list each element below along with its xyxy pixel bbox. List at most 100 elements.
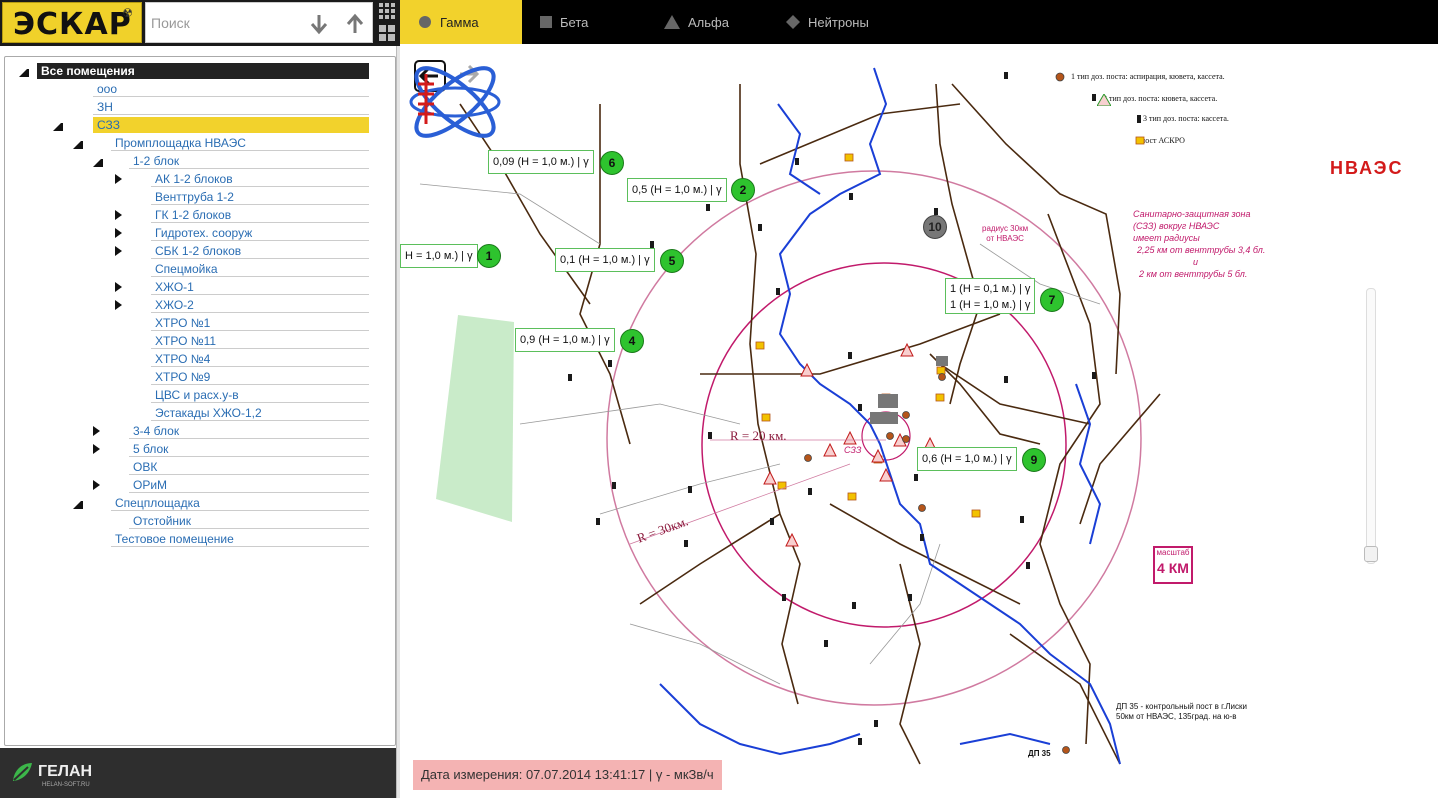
tree-node[interactable]: ЗН <box>5 99 385 115</box>
tree-node[interactable]: СЗЗ <box>5 117 385 133</box>
tree-node-label[interactable]: ОРиМ <box>129 477 369 493</box>
collapsed-triangle-icon[interactable] <box>93 480 103 490</box>
point-4-badge[interactable]: 4 <box>620 329 644 353</box>
tree-node[interactable]: 3-4 блок <box>5 423 385 439</box>
expanded-triangle-icon[interactable] <box>53 121 63 131</box>
zoom-slider-thumb[interactable] <box>1364 546 1378 562</box>
tree-node-label[interactable]: СБК 1-2 блоков <box>151 243 369 259</box>
point-7-badge[interactable]: 7 <box>1040 288 1064 312</box>
tree-node-label[interactable]: 5 блок <box>129 441 369 457</box>
measurement-label-7[interactable]: 1 (Н = 0,1 м.) | γ 1 (Н = 1,0 м.) | γ <box>945 278 1036 314</box>
tree-node-label[interactable]: ХТРО №9 <box>151 369 369 385</box>
tree-node[interactable]: ХТРО №9 <box>5 369 385 385</box>
green-field <box>436 315 514 522</box>
measurement-label-2[interactable]: 0,5 (Н = 1,0 м.) | γ <box>627 178 727 202</box>
tree-node[interactable]: СБК 1-2 блоков <box>5 243 385 259</box>
tree-node[interactable]: ХТРО №1 <box>5 315 385 331</box>
point-5-badge[interactable]: 5 <box>660 249 684 273</box>
tree-node[interactable]: Спецплощадка <box>5 495 385 511</box>
tree-node-label[interactable]: ХТРО №4 <box>151 351 369 367</box>
tree-node[interactable]: Эстакады ХЖО-1,2 <box>5 405 385 421</box>
tree-node[interactable]: АК 1-2 блоков <box>5 171 385 187</box>
tree-node-label[interactable]: ХТРО №11 <box>151 333 369 349</box>
tree-node[interactable]: Тестовое помещение <box>5 531 385 547</box>
point-9-badge[interactable]: 9 <box>1022 448 1046 472</box>
collapsed-triangle-icon[interactable] <box>115 246 125 256</box>
tree-node-label[interactable]: СЗЗ <box>93 117 369 133</box>
tab-beta[interactable]: Бета <box>540 0 650 44</box>
left-topbar: ЭСКАР ☢ <box>0 0 400 46</box>
tree-node[interactable]: ооо <box>5 81 385 97</box>
collapsed-triangle-icon[interactable] <box>115 210 125 220</box>
tree-node[interactable]: 1-2 блок <box>5 153 385 169</box>
map-area[interactable]: 0,09 (Н = 1,0 м.) | γ 6 0,5 (Н = 1,0 м.)… <box>400 44 1438 798</box>
collapsed-triangle-icon[interactable] <box>93 444 103 454</box>
tree-node-label[interactable]: ГК 1-2 блоков <box>151 207 369 223</box>
measurement-label-5[interactable]: 0,1 (Н = 1,0 м.) | γ <box>555 248 655 272</box>
tree-node-label[interactable]: Отстойник <box>129 513 369 529</box>
collapsed-triangle-icon[interactable] <box>93 426 103 436</box>
tree-node-label[interactable]: Спецплощадка <box>111 495 369 511</box>
tree-node-label[interactable]: ОВК <box>129 459 369 475</box>
tab-gamma[interactable]: Гамма <box>400 0 522 44</box>
measurement-label-1[interactable]: Н = 1,0 м.) | γ <box>400 244 478 268</box>
tree-node[interactable]: ХЖО-2 <box>5 297 385 313</box>
tree-node[interactable]: ХЖО-1 <box>5 279 385 295</box>
tree-node-label[interactable]: АК 1-2 блоков <box>151 171 369 187</box>
measurement-label-4[interactable]: 0,9 (Н = 1,0 м.) | γ <box>515 328 615 352</box>
collapsed-triangle-icon[interactable] <box>115 300 125 310</box>
tree-node-label[interactable]: ооо <box>93 81 369 97</box>
expanded-triangle-icon[interactable] <box>93 157 103 167</box>
tree-node[interactable]: ХТРО №11 <box>5 333 385 349</box>
tree-node[interactable]: Спецмойка <box>5 261 385 277</box>
tab-beta-label: Бета <box>560 14 589 30</box>
gelan-logo: ГЕЛАН <box>10 760 92 784</box>
collapsed-triangle-icon[interactable] <box>115 174 125 184</box>
tile-view-icon[interactable] <box>376 22 398 44</box>
tree-node[interactable]: 5 блок <box>5 441 385 457</box>
tree-node-label[interactable]: Тестовое помещение <box>111 531 369 547</box>
tree-node-label[interactable]: Спецмойка <box>151 261 369 277</box>
tree-node-label[interactable]: ХЖО-2 <box>151 297 369 313</box>
tree-node-label[interactable]: 1-2 блок <box>129 153 369 169</box>
tree-node-label[interactable]: ХТРО №1 <box>151 315 369 331</box>
tree-node[interactable]: Промплощадка НВАЭС <box>5 135 385 151</box>
tree-node-label[interactable]: ХЖО-1 <box>151 279 369 295</box>
measurement-label-9[interactable]: 0,6 (Н = 1,0 м.) | γ <box>917 447 1017 471</box>
tree-node[interactable]: ОРиМ <box>5 477 385 493</box>
tree-node[interactable]: Гидротех. сооруж <box>5 225 385 241</box>
tree-node[interactable]: ГК 1-2 блоков <box>5 207 385 223</box>
tree-node[interactable]: Отстойник <box>5 513 385 529</box>
tree-node-label[interactable]: 3-4 блок <box>129 423 369 439</box>
tree-node-label[interactable]: Все помещения <box>37 63 369 79</box>
arrow-up-icon[interactable] <box>342 11 368 37</box>
tab-neutrons[interactable]: Нейтроны <box>786 0 906 44</box>
collapsed-triangle-icon[interactable] <box>115 282 125 292</box>
tree-node-label[interactable]: Венттруба 1-2 <box>151 189 369 205</box>
r20-label: R = 20 км. <box>730 428 787 443</box>
tree-node-label[interactable]: Гидротех. сооруж <box>151 225 369 241</box>
point-10-badge[interactable]: 10 <box>923 215 947 239</box>
expanded-triangle-icon[interactable] <box>73 139 83 149</box>
tree-node-label[interactable]: Промплощадка НВАЭС <box>111 135 369 151</box>
tree-node-label[interactable]: Эстакады ХЖО-1,2 <box>151 405 369 421</box>
expanded-triangle-icon[interactable] <box>19 67 29 77</box>
point-2-badge[interactable]: 2 <box>731 178 755 202</box>
arrow-down-icon[interactable] <box>306 11 332 37</box>
expanded-triangle-icon[interactable] <box>73 499 83 509</box>
tree-node-label[interactable]: ЗН <box>93 99 369 115</box>
tree-node[interactable]: ЦВС и расх.у-в <box>5 387 385 403</box>
tree-node[interactable]: Все помещения <box>5 63 385 79</box>
tree-node[interactable]: ОВК <box>5 459 385 475</box>
tab-alpha[interactable]: Альфа <box>664 0 774 44</box>
collapsed-triangle-icon[interactable] <box>115 228 125 238</box>
point-1-badge[interactable]: 1 <box>477 244 501 268</box>
grid-view-icon[interactable] <box>376 0 398 22</box>
tree-node-label[interactable]: ЦВС и расх.у-в <box>151 387 369 403</box>
tree-node[interactable]: ХТРО №4 <box>5 351 385 367</box>
search-input[interactable] <box>151 13 301 33</box>
zoom-slider-track[interactable] <box>1366 288 1376 564</box>
tree-node[interactable]: Венттруба 1-2 <box>5 189 385 205</box>
point-6-badge[interactable]: 6 <box>600 151 624 175</box>
szz-line-5: и <box>1193 257 1199 267</box>
